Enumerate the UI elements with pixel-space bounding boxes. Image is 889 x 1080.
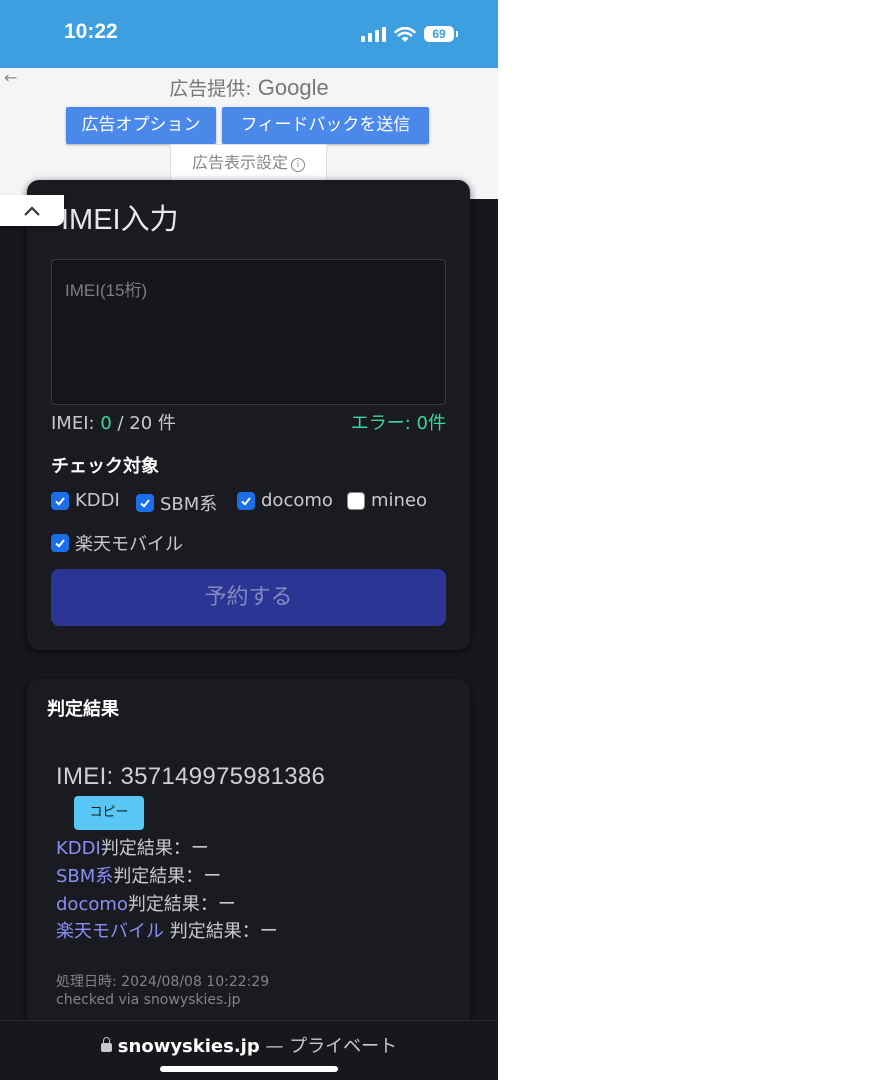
status-time: 10:22 <box>64 20 118 43</box>
imei-counter: IMEI: 0 / 20 件 エラー: 0件 <box>51 409 446 435</box>
checkbox-docomo[interactable]: docomo <box>237 490 333 511</box>
checkbox-sbm-label: SBM系 <box>160 494 218 515</box>
cellular-signal-icon <box>361 26 386 42</box>
reserve-button[interactable]: 予約する <box>51 569 446 626</box>
processed-at: 処理日時: 2024/08/08 10:22:29 <box>56 974 270 990</box>
counter-value: 0 <box>100 413 112 434</box>
result-text: 判定結果：ー <box>100 838 209 859</box>
result-card: 判定結果 IMEI: 357149975981386 コピー KDDI判定結果：… <box>27 679 470 1059</box>
checkbox-docomo-label: docomo <box>261 490 333 511</box>
checkbox-checked-icon[interactable] <box>136 494 154 512</box>
checkbox-checked-icon[interactable] <box>51 534 69 552</box>
checkbox-mineo[interactable]: mineo <box>347 490 427 511</box>
result-title: 判定結果 <box>47 699 119 720</box>
wifi-icon <box>394 26 416 42</box>
ad-settings-button[interactable]: 広告表示設定 i <box>170 144 327 182</box>
checkbox-checked-icon[interactable] <box>51 491 69 510</box>
carrier-link-docomo[interactable]: docomo <box>56 894 128 915</box>
carrier-link-sbm[interactable]: SBM系 <box>56 866 113 887</box>
url-suffix: — プライベート <box>259 1036 398 1057</box>
lock-icon <box>100 1037 112 1052</box>
result-line-kddi: KDDI判定結果：ー <box>56 834 209 860</box>
checkbox-unchecked-icon[interactable] <box>347 491 365 510</box>
error-count: エラー: 0件 <box>350 413 446 434</box>
url-line: snowyskies.jp — プライベート <box>0 1032 498 1058</box>
ad-settings-label: 広告表示設定 <box>191 153 288 172</box>
imei-textarea[interactable]: IMEI(15桁) <box>51 259 446 405</box>
status-icons: 69 <box>361 22 458 46</box>
imei-input-card: IMEI入力 IMEI(15桁) IMEI: 0 / 20 件 エラー: 0件 … <box>27 180 470 650</box>
checkbox-kddi[interactable]: KDDI <box>51 490 120 511</box>
battery-icon: 69 <box>424 26 458 42</box>
counter-suffix: / 20 件 <box>111 413 176 434</box>
checkbox-sbm[interactable]: SBM系 <box>136 490 217 516</box>
url-domain: snowyskies.jp <box>117 1036 260 1057</box>
home-indicator[interactable] <box>160 1066 338 1072</box>
checkbox-kddi-label: KDDI <box>75 490 120 511</box>
result-line-rakuten: 楽天モバイル 判定結果：ー <box>56 917 278 943</box>
checkbox-mineo-label: mineo <box>371 490 428 511</box>
status-bar: 10:22 69 <box>0 0 498 68</box>
imei-textarea-placeholder: IMEI(15桁) <box>65 281 148 300</box>
ad-provider: 広告提供: Google <box>0 74 498 101</box>
counter-label: IMEI: <box>51 413 101 434</box>
result-text: 判定結果：ー <box>113 866 222 887</box>
collapse-chevron-up-icon[interactable] <box>0 195 64 226</box>
result-imei: IMEI: 357149975981386 <box>56 763 326 790</box>
result-line-docomo: docomo判定結果：ー <box>56 890 236 916</box>
ad-options-button[interactable]: 広告オプション <box>66 107 216 144</box>
result-text: 判定結果：ー <box>164 921 278 942</box>
browser-url-bar[interactable]: snowyskies.jp — プライベート <box>0 1020 498 1080</box>
copy-button[interactable]: コピー <box>74 796 144 830</box>
check-target-title: チェック対象 <box>51 456 159 477</box>
ad-feedback-button[interactable]: フィードバックを送信 <box>222 107 429 144</box>
imei-input-title: IMEI入力 <box>61 204 179 236</box>
checked-via: checked via snowyskies.jp <box>56 992 241 1008</box>
google-logo: Google <box>257 75 329 100</box>
checkbox-rakuten[interactable]: 楽天モバイル <box>51 530 183 556</box>
carrier-link-kddi[interactable]: KDDI <box>56 838 101 859</box>
info-icon: i <box>291 158 305 172</box>
checkbox-checked-icon[interactable] <box>237 491 255 510</box>
phone-screen: 10:22 69 ← 広告提供: Google 広告オプション フィードバックを… <box>0 0 498 1080</box>
result-text: 判定結果：ー <box>127 894 236 915</box>
ad-provider-prefix: 広告提供: <box>169 78 258 100</box>
checkbox-rakuten-label: 楽天モバイル <box>75 534 183 555</box>
carrier-link-rakuten[interactable]: 楽天モバイル <box>56 921 164 942</box>
result-line-sbm: SBM系判定結果：ー <box>56 862 221 888</box>
